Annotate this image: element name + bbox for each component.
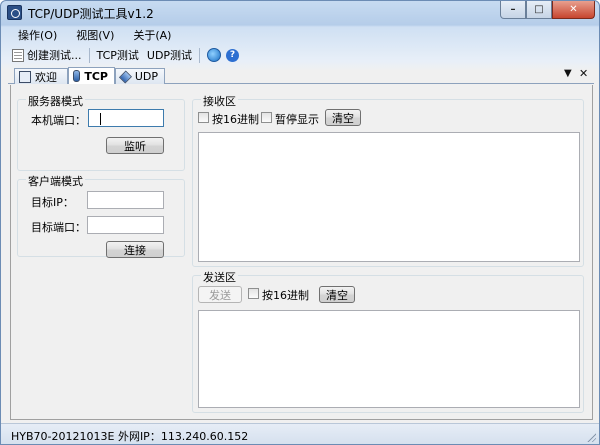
receive-hex-label: 按16进制 bbox=[212, 113, 259, 126]
new-document-icon bbox=[12, 48, 24, 62]
target-port-label: 目标端口： bbox=[31, 221, 86, 234]
udp-test-button[interactable]: UDP测试 bbox=[143, 46, 196, 64]
receive-textarea[interactable] bbox=[198, 132, 580, 262]
title-bar: TCP/UDP测试工具v1.2 – □ ✕ bbox=[1, 1, 599, 24]
client-mode-title: 客户端模式 bbox=[26, 173, 85, 189]
create-test-label: 创建测试... bbox=[27, 49, 82, 62]
connect-button[interactable]: 连接 bbox=[106, 241, 164, 258]
server-mode-group: 服务器模式 本机端口： 监听 bbox=[17, 93, 185, 171]
app-window: TCP/UDP测试工具v1.2 – □ ✕ 操作(O) 视图(V) 关于(A) … bbox=[0, 0, 600, 445]
tcp-tab-panel: 服务器模式 本机端口： 监听 客户端模式 目标IP： 目标端口： 连接 接收区 … bbox=[10, 85, 593, 420]
close-icon: ✕ bbox=[569, 4, 578, 15]
help-icon[interactable]: ? bbox=[226, 48, 240, 62]
udp-icon bbox=[118, 70, 132, 83]
toolbar-separator bbox=[88, 47, 90, 63]
send-button[interactable]: 发送 bbox=[198, 286, 242, 303]
tcp-test-label: TCP测试 bbox=[96, 49, 139, 62]
welcome-icon bbox=[19, 70, 31, 83]
send-clear-button[interactable]: 清空 bbox=[319, 286, 355, 303]
receive-clear-button[interactable]: 清空 bbox=[325, 109, 361, 126]
minimize-button[interactable]: – bbox=[500, 1, 526, 19]
send-hex-checkbox[interactable] bbox=[248, 288, 259, 299]
window-controls: – □ ✕ bbox=[500, 1, 595, 19]
create-test-button[interactable]: 创建测试... bbox=[8, 46, 86, 64]
text-caret bbox=[100, 113, 101, 125]
close-button[interactable]: ✕ bbox=[552, 1, 595, 19]
target-port-input[interactable] bbox=[87, 216, 164, 234]
server-mode-title: 服务器模式 bbox=[26, 93, 85, 109]
menu-bar: 操作(O) 视图(V) 关于(A) bbox=[8, 25, 180, 44]
receive-area-title: 接收区 bbox=[201, 93, 238, 109]
tab-welcome[interactable]: 欢迎 bbox=[14, 68, 68, 84]
browser-icon[interactable] bbox=[207, 48, 222, 62]
send-textarea[interactable] bbox=[198, 310, 580, 408]
resize-grip-icon[interactable] bbox=[586, 432, 596, 442]
window-title: TCP/UDP测试工具v1.2 bbox=[28, 7, 154, 21]
maximize-icon: □ bbox=[534, 4, 544, 15]
tab-list-dropdown-icon[interactable]: ▼ bbox=[564, 68, 572, 79]
send-area-group: 发送区 发送 按16进制 清空 bbox=[192, 269, 584, 413]
tab-welcome-label: 欢迎 bbox=[35, 70, 57, 84]
receive-hex-checkbox[interactable] bbox=[198, 112, 209, 123]
menu-operate[interactable]: 操作(O) bbox=[8, 25, 66, 44]
maximize-button[interactable]: □ bbox=[526, 1, 552, 19]
tab-tcp-label: TCP bbox=[84, 69, 108, 83]
status-text: HYB70-20121013E 外网IP：113.240.60.152 bbox=[11, 430, 249, 443]
app-icon bbox=[7, 5, 22, 20]
local-port-label: 本机端口： bbox=[31, 114, 86, 127]
toolbar: 创建测试... TCP测试 UDP测试 ? bbox=[8, 45, 594, 65]
menu-view[interactable]: 视图(V) bbox=[66, 25, 123, 44]
status-bar: HYB70-20121013E 外网IP：113.240.60.152 bbox=[1, 423, 599, 444]
menu-about[interactable]: 关于(A) bbox=[123, 25, 180, 44]
tcp-test-button[interactable]: TCP测试 bbox=[93, 46, 143, 64]
tab-tcp[interactable]: TCP bbox=[68, 67, 115, 84]
send-hex-label: 按16进制 bbox=[262, 289, 309, 302]
send-area-title: 发送区 bbox=[201, 269, 238, 285]
tcp-icon bbox=[73, 70, 81, 82]
minimize-icon: – bbox=[510, 4, 516, 15]
tab-udp[interactable]: UDP bbox=[115, 68, 165, 84]
receive-area-group: 接收区 按16进制 暂停显示 清空 bbox=[192, 93, 584, 267]
tab-udp-label: UDP bbox=[134, 70, 158, 83]
client-mode-group: 客户端模式 目标IP： 目标端口： 连接 bbox=[17, 173, 185, 258]
target-ip-input[interactable] bbox=[87, 191, 164, 209]
tab-close-icon[interactable]: ✕ bbox=[579, 67, 588, 80]
pause-display-checkbox[interactable] bbox=[261, 112, 272, 123]
tab-strip: 欢迎 TCP UDP ▼ ✕ bbox=[8, 67, 594, 84]
target-ip-label: 目标IP： bbox=[31, 196, 74, 209]
udp-test-label: UDP测试 bbox=[146, 49, 193, 62]
listen-button[interactable]: 监听 bbox=[106, 137, 164, 154]
toolbar-separator bbox=[199, 47, 201, 63]
pause-display-label: 暂停显示 bbox=[275, 113, 319, 126]
